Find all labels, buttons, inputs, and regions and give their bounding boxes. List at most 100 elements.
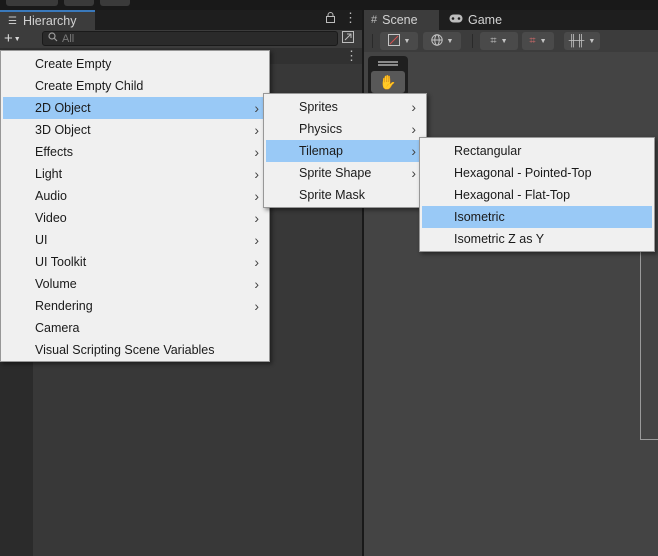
menu-item-hexagonal-pointed-top[interactable]: Hexagonal - Pointed-Top [422, 162, 652, 184]
menu-item-label: Camera [35, 321, 80, 335]
hand-icon: ✋ [379, 73, 397, 90]
menu-item-3d-object[interactable]: 3D Object › [3, 119, 267, 141]
menu-item-label: Audio [35, 189, 67, 203]
menu-item-label: 2D Object [35, 101, 91, 115]
create-context-menu: Create Empty Create Empty Child 2D Object ›… [0, 50, 270, 362]
menu-item-camera[interactable]: Camera [3, 317, 267, 339]
increment-snap-dropdown[interactable]: ╫╫ ▼ [564, 32, 600, 50]
tab-scene[interactable]: # Scene [364, 10, 439, 30]
chevron-right-icon: › [254, 276, 259, 292]
more-options-icon[interactable]: ⋮ [344, 10, 357, 26]
menu-item-physics[interactable]: Physics › [266, 118, 424, 140]
tab-scene-label: Scene [382, 13, 418, 27]
menu-item-label: Tilemap [299, 144, 343, 158]
list-icon: ☰ [8, 15, 17, 27]
menu-item-ui-toolkit[interactable]: UI Toolkit › [3, 251, 267, 273]
menu-item-label: Isometric [454, 210, 505, 224]
menu-item-rectangular[interactable]: Rectangular [422, 140, 652, 162]
menu-item-sprites[interactable]: Sprites › [266, 96, 424, 118]
menu-item-label: Volume [35, 277, 77, 291]
menu-item-label: Sprite Mask [299, 188, 365, 202]
chevron-right-icon: › [254, 144, 259, 160]
2d-object-submenu: Sprites › Physics › Tilemap › Sprite Shape › Spr… [263, 93, 427, 208]
plus-icon: + [4, 30, 13, 47]
draw-mode-dropdown[interactable]: ▼ [380, 32, 418, 50]
chevron-right-icon: › [254, 166, 259, 182]
menu-item-video[interactable]: Video › [3, 207, 267, 229]
add-object-button[interactable]: +▼ [4, 31, 32, 47]
top-button-2[interactable] [64, 0, 94, 6]
menu-item-label: Effects [35, 145, 73, 159]
menu-item-hexagonal-flat-top[interactable]: Hexagonal - Flat-Top [422, 184, 652, 206]
menu-item-create-empty[interactable]: Create Empty [3, 53, 267, 75]
top-button-3[interactable] [100, 0, 130, 6]
chevron-right-icon: › [254, 298, 259, 314]
menu-item-isometric-z-as-y[interactable]: Isometric Z as Y [422, 228, 652, 250]
menu-item-volume[interactable]: Volume › [3, 273, 267, 295]
search-input[interactable] [62, 32, 302, 45]
pivot-dropdown[interactable]: ⌗ ▼ [480, 32, 518, 50]
top-strip [0, 0, 658, 10]
tab-game-label: Game [468, 13, 503, 27]
chevron-right-icon: › [254, 100, 259, 116]
menu-item-create-empty-child[interactable]: Create Empty Child [3, 75, 267, 97]
menu-item-tilemap[interactable]: Tilemap › [266, 140, 424, 162]
menu-item-visual-scripting-scene-variables[interactable]: Visual Scripting Scene Variables [3, 339, 267, 361]
menu-item-label: 3D Object [35, 123, 91, 137]
menu-item-isometric[interactable]: Isometric [422, 206, 652, 228]
search-icon [48, 32, 58, 45]
globe-icon [430, 33, 443, 49]
menu-item-label: Hexagonal - Pointed-Top [454, 166, 592, 180]
chevron-down-icon: ▼ [588, 37, 596, 45]
hierarchy-search[interactable] [42, 31, 338, 46]
chevron-right-icon: › [254, 232, 259, 248]
chevron-right-icon: › [254, 188, 259, 204]
ruler-icon: ╫╫ [568, 35, 585, 47]
menu-item-sprite-mask[interactable]: Sprite Mask [266, 184, 424, 206]
hierarchy-tab-label: Hierarchy [23, 14, 77, 28]
snap-dropdown[interactable]: ⌗ ▼ [522, 32, 554, 50]
chevron-right-icon: › [411, 99, 416, 115]
top-button-1[interactable] [6, 0, 58, 6]
draw-mode-icon [387, 33, 400, 49]
menu-item-ui[interactable]: UI › [3, 229, 267, 251]
hierarchy-tab[interactable]: ☰ Hierarchy [0, 10, 95, 30]
chevron-right-icon: › [254, 210, 259, 226]
lock-icon[interactable] [326, 12, 335, 26]
drag-handle[interactable] [378, 61, 398, 63]
chevron-down-icon: ▼ [446, 37, 454, 45]
chevron-right-icon: › [254, 254, 259, 270]
gamepad-icon [449, 14, 463, 26]
scene-more-icon[interactable]: ⋮ [345, 48, 358, 64]
menu-item-label: UI Toolkit [35, 255, 87, 269]
scene-picker-icon[interactable] [342, 31, 356, 45]
menu-item-sprite-shape[interactable]: Sprite Shape › [266, 162, 424, 184]
menu-item-label: UI [35, 233, 48, 247]
grid-icon: # [371, 14, 378, 26]
menu-item-label: Rectangular [454, 144, 522, 158]
toolbar-separator [372, 34, 373, 48]
menu-item-light[interactable]: Light › [3, 163, 267, 185]
menu-item-label: Create Empty Child [35, 79, 144, 93]
menu-item-label: Visual Scripting Scene Variables [35, 343, 215, 357]
globe-dropdown[interactable]: ▼ [423, 32, 461, 50]
menu-item-label: Light [35, 167, 63, 181]
chevron-right-icon: › [254, 122, 259, 138]
scene-gizmo-line [640, 439, 658, 440]
chevron-down-icon: ▼ [539, 37, 547, 45]
chevron-right-icon: › [411, 121, 416, 137]
menu-item-label: Physics [299, 122, 343, 136]
menu-item-rendering[interactable]: Rendering › [3, 295, 267, 317]
hand-tool-button[interactable]: ✋ [371, 71, 405, 93]
menu-item-audio[interactable]: Audio › [3, 185, 267, 207]
menu-item-2d-object[interactable]: 2D Object › [3, 97, 267, 119]
menu-item-label: Sprite Shape [299, 166, 372, 180]
menu-item-effects[interactable]: Effects › [3, 141, 267, 163]
tilemap-submenu: Rectangular Hexagonal - Pointed-Top Hexago… [419, 137, 655, 252]
chevron-right-icon: › [411, 143, 416, 159]
tab-game[interactable]: Game [442, 10, 512, 30]
pivot-icon: ⌗ [490, 34, 497, 47]
chevron-down-icon: ▼ [500, 37, 508, 45]
menu-item-label: Video [35, 211, 67, 225]
menu-item-label: Create Empty [35, 57, 112, 71]
